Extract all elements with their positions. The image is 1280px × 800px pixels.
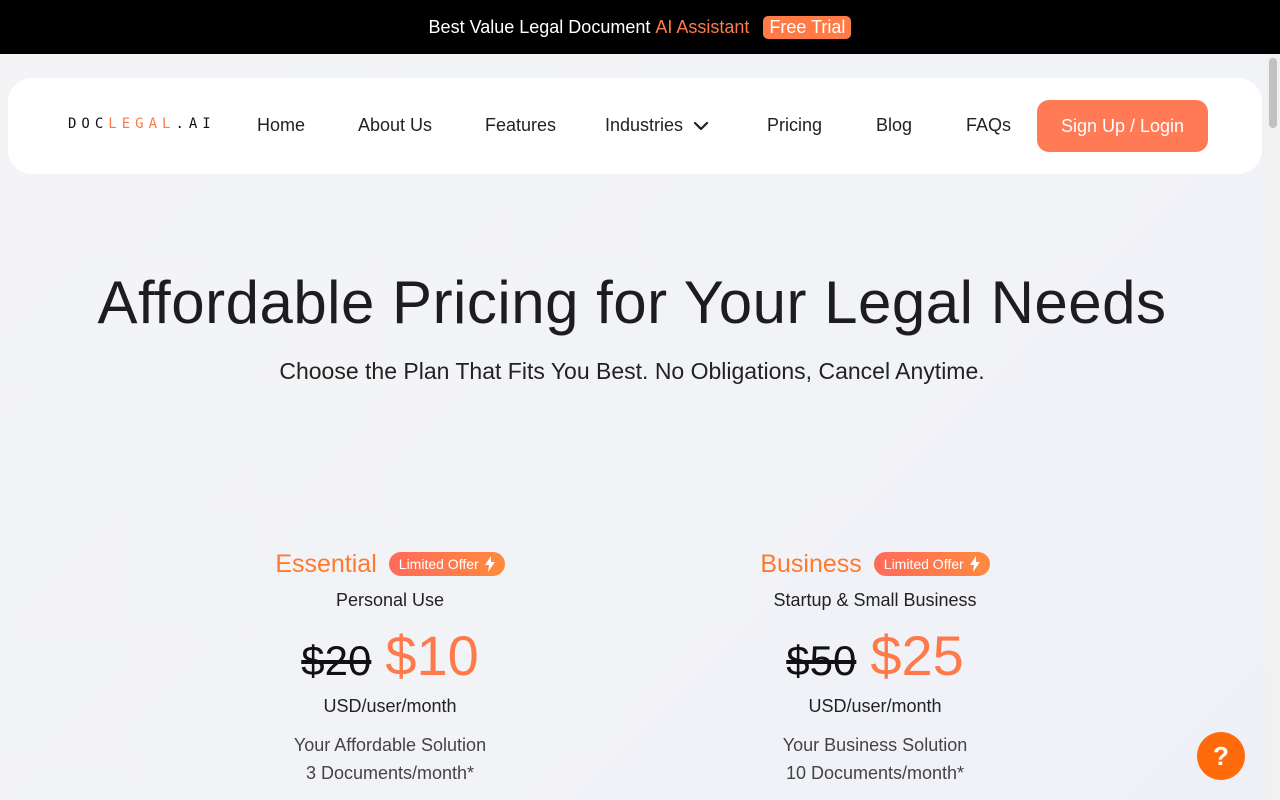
lightning-icon bbox=[484, 556, 495, 572]
plan-name: Essential bbox=[275, 549, 377, 578]
announcement-bar: Best Value Legal Document AI Assistant F… bbox=[0, 0, 1280, 54]
plan-card-business: Business Limited Offer Startup & Small B… bbox=[675, 548, 1075, 787]
price-unit: USD/user/month bbox=[323, 696, 457, 716]
limited-offer-badge: Limited Offer bbox=[388, 552, 505, 576]
nav-about-us[interactable]: About Us bbox=[358, 115, 432, 136]
limited-offer-label: Limited Offer bbox=[398, 556, 479, 572]
nav-blog[interactable]: Blog bbox=[876, 115, 912, 136]
price-unit: USD/user/month bbox=[808, 696, 942, 716]
nav-features[interactable]: Features bbox=[485, 115, 556, 136]
announcement-accent: AI Assistant bbox=[655, 16, 750, 37]
current-price: $10 bbox=[385, 624, 479, 687]
plan-tagline: Your Affordable Solution bbox=[293, 735, 487, 755]
plan-audience: Startup & Small Business bbox=[773, 590, 977, 610]
free-trial-badge[interactable]: Free Trial bbox=[763, 15, 852, 39]
nav-faqs[interactable]: FAQs bbox=[966, 115, 1011, 136]
nav-home[interactable]: Home bbox=[257, 115, 305, 136]
sign-up-login-button[interactable]: Sign Up / Login bbox=[1037, 100, 1208, 152]
old-price: $50 bbox=[786, 637, 857, 684]
old-price: $20 bbox=[301, 637, 372, 684]
navbar: DOCLEGAL.AI Home About Us Features Indus… bbox=[8, 78, 1262, 174]
plan-tagline: Your Business Solution bbox=[782, 735, 968, 755]
plan-name: Business bbox=[760, 549, 862, 578]
logo-prefix: DOC bbox=[68, 116, 109, 132]
nav-pricing[interactable]: Pricing bbox=[767, 115, 822, 136]
page-title: Affordable Pricing for Your Legal Needs bbox=[97, 269, 1167, 336]
logo-suffix: .AI bbox=[175, 116, 216, 132]
plan-audience: Personal Use bbox=[335, 590, 445, 610]
page-subtitle: Choose the Plan That Fits You Best. No O… bbox=[279, 358, 985, 384]
limited-offer-badge: Limited Offer bbox=[873, 552, 990, 576]
scrollbar[interactable] bbox=[1266, 54, 1280, 800]
plan-card-essential: Essential Limited Offer Personal Use $20… bbox=[190, 548, 590, 787]
plan-docs: 3 Documents/month* bbox=[305, 763, 475, 783]
limited-offer-label: Limited Offer bbox=[883, 556, 964, 572]
chevron-down-icon bbox=[693, 121, 709, 130]
plan-docs: 10 Documents/month* bbox=[785, 763, 965, 783]
announcement-text: Best Value Legal Document bbox=[428, 16, 651, 37]
current-price: $25 bbox=[870, 624, 964, 687]
logo-mid: LEGAL bbox=[108, 116, 176, 132]
lightning-icon bbox=[969, 556, 980, 572]
scrollbar-thumb[interactable] bbox=[1269, 58, 1277, 128]
help-button[interactable]: ? bbox=[1197, 732, 1245, 780]
nav-industries[interactable]: Industries bbox=[605, 115, 709, 136]
nav-industries-label: Industries bbox=[605, 115, 684, 135]
logo[interactable]: DOCLEGAL.AI bbox=[68, 116, 216, 132]
